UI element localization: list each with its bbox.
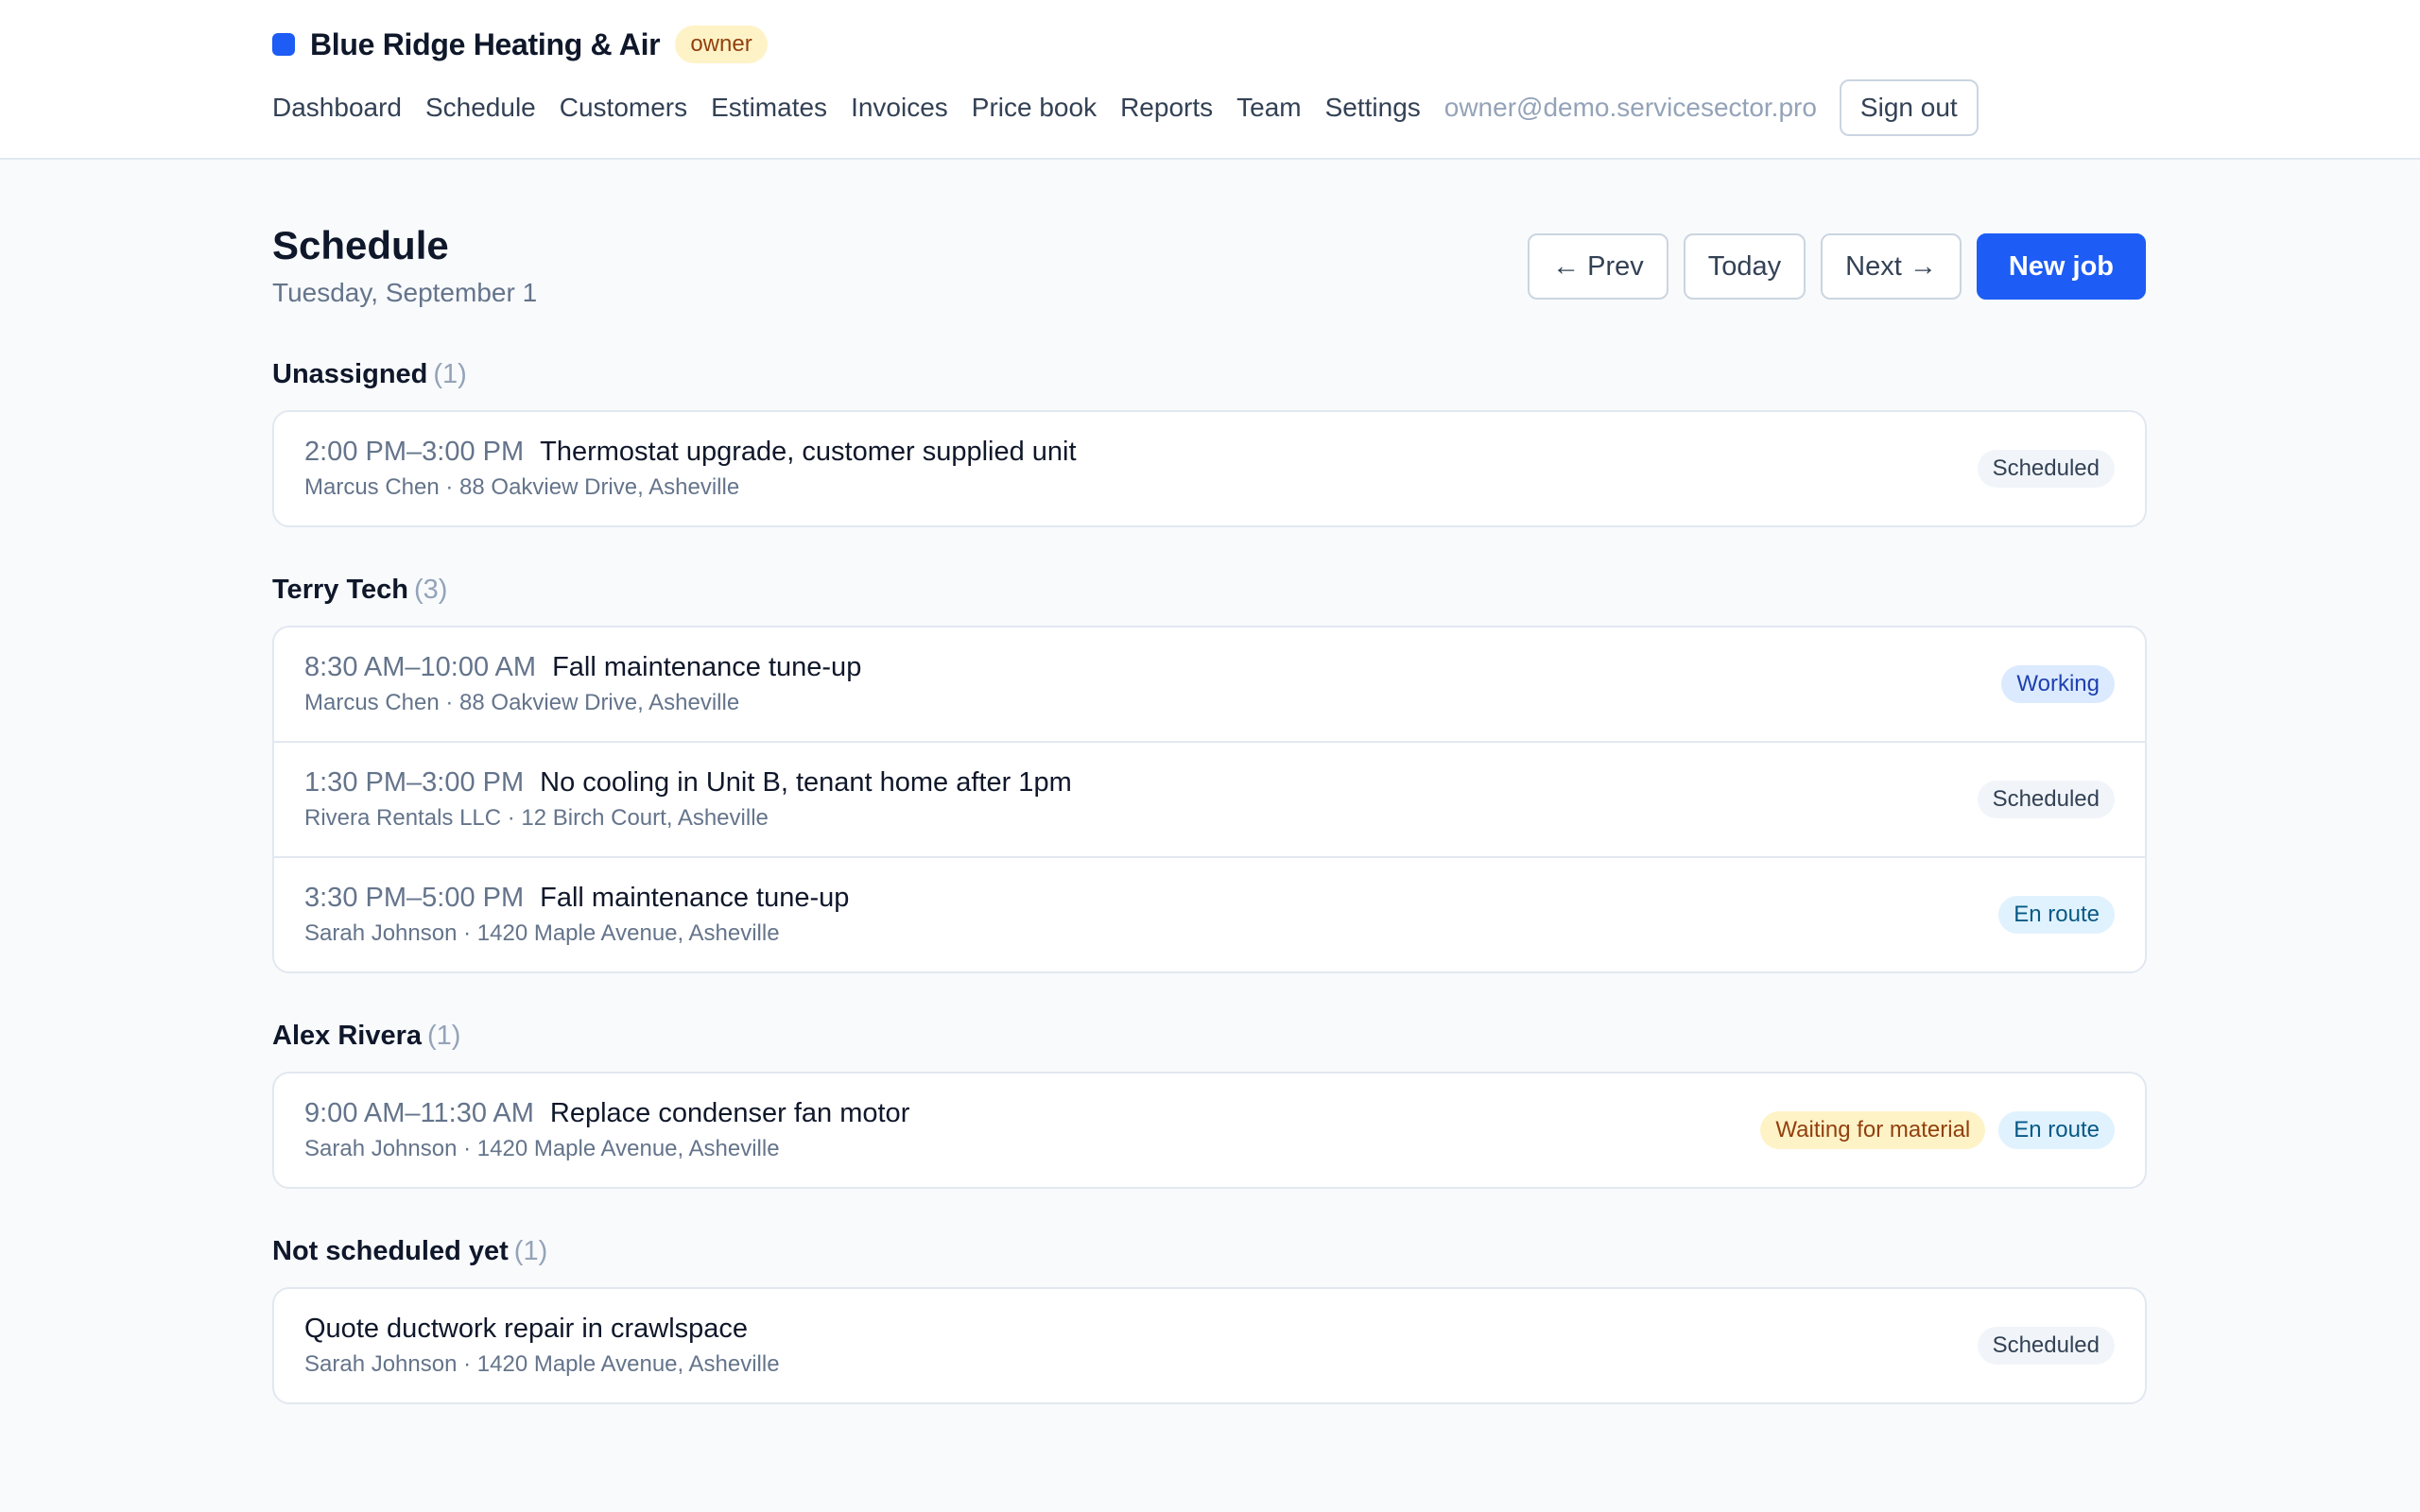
prev-day-button[interactable]: ← Prev: [1528, 233, 1668, 300]
job-title: Replace condenser fan motor: [549, 1098, 910, 1128]
job-title: Quote ductwork repair in crawlspace: [304, 1314, 749, 1344]
job-customer-address: Sarah Johnson · 1420 Maple Avenue, Ashev…: [304, 1351, 780, 1377]
status-badge: Scheduled: [1977, 1327, 2115, 1365]
job-list-not-scheduled: Quote ductwork repair in crawlspace Sara…: [272, 1287, 2147, 1404]
top-header: Blue Ridge Heating & Air owner Dashboard…: [0, 0, 2420, 160]
today-button[interactable]: Today: [1683, 233, 1806, 300]
job-row[interactable]: 3:30 PM–5:00 PM Fall maintenance tune-up…: [274, 856, 2145, 971]
job-customer-address: Sarah Johnson · 1420 Maple Avenue, Ashev…: [304, 920, 780, 946]
job-time: 1:30 PM–3:00 PM: [304, 767, 525, 798]
nav-schedule[interactable]: Schedule: [425, 93, 536, 123]
job-title: Fall maintenance tune-up: [540, 883, 850, 913]
job-title: Fall maintenance tune-up: [552, 652, 862, 682]
job-row[interactable]: 8:30 AM–10:00 AM Fall maintenance tune-u…: [274, 627, 2145, 741]
nav-estimates[interactable]: Estimates: [711, 93, 827, 123]
brand-name: Blue Ridge Heating & Air: [310, 26, 661, 61]
job-row[interactable]: Quote ductwork repair in crawlspace Sara…: [274, 1289, 2145, 1402]
status-badge: Scheduled: [1977, 781, 2115, 818]
status-badge: En route: [1998, 896, 2115, 934]
job-row[interactable]: 1:30 PM–3:00 PM No cooling in Unit B, te…: [274, 741, 2145, 856]
user-email: owner@demo.servicesector.pro: [1443, 93, 1817, 122]
job-time: 3:30 PM–5:00 PM: [304, 883, 525, 913]
new-job-button[interactable]: New job: [1976, 233, 2146, 300]
nav-team[interactable]: Team: [1236, 93, 1301, 123]
schedule-toolbar: ← Prev Today Next → New job: [1512, 233, 2146, 300]
job-time: 8:30 AM–10:00 AM: [304, 652, 537, 682]
main-nav: Dashboard Schedule Customers Estimates I…: [272, 79, 1979, 136]
nav-price-book[interactable]: Price book: [972, 93, 1097, 123]
section-count: (1): [427, 1021, 461, 1051]
status-badge: Working: [2001, 665, 2115, 703]
section-title-terry-tech: Terry Tech (3): [272, 575, 447, 606]
job-customer-address: Marcus Chen · 88 Oakview Drive, Ashevill…: [304, 474, 740, 500]
job-time: 2:00 PM–3:00 PM: [304, 437, 525, 467]
section-title-unassigned: Unassigned (1): [272, 359, 467, 390]
job-time: 9:00 AM–11:30 AM: [304, 1098, 534, 1128]
section-name: Alex Rivera: [272, 1021, 422, 1051]
job-customer-address: Sarah Johnson · 1420 Maple Avenue, Ashev…: [304, 1136, 780, 1161]
page-title: Schedule: [272, 223, 449, 267]
section-title-not-scheduled: Not scheduled yet (1): [272, 1236, 547, 1267]
status-badge: Scheduled: [1977, 450, 2115, 488]
section-name: Terry Tech: [272, 575, 408, 605]
role-badge: owner: [675, 26, 768, 63]
section-count: (3): [413, 575, 448, 605]
sign-out-button[interactable]: Sign out: [1839, 79, 1979, 136]
nav-reports[interactable]: Reports: [1120, 93, 1213, 123]
job-list-terry-tech: 8:30 AM–10:00 AM Fall maintenance tune-u…: [272, 626, 2147, 973]
section-name: Unassigned: [272, 359, 428, 389]
section-count: (1): [513, 1236, 548, 1266]
nav-customers[interactable]: Customers: [560, 93, 687, 123]
job-list-alex-rivera: 9:00 AM–11:30 AM Replace condenser fan m…: [272, 1072, 2147, 1189]
job-title: Thermostat upgrade, customer supplied un…: [540, 437, 1077, 467]
job-row[interactable]: 2:00 PM–3:00 PM Thermostat upgrade, cust…: [274, 412, 2145, 525]
brand[interactable]: Blue Ridge Heating & Air owner: [272, 25, 768, 64]
nav-settings[interactable]: Settings: [1325, 93, 1421, 123]
job-row[interactable]: 9:00 AM–11:30 AM Replace condenser fan m…: [274, 1074, 2145, 1187]
section-title-alex-rivera: Alex Rivera (1): [272, 1021, 460, 1052]
job-customer-address: Rivera Rentals LLC · 12 Birch Court, Ash…: [304, 805, 769, 831]
brand-logo-icon: [272, 33, 295, 56]
page-date: Tuesday, September 1: [272, 278, 538, 307]
section-count: (1): [433, 359, 467, 389]
next-day-button[interactable]: Next →: [1821, 233, 1962, 300]
status-badge: Waiting for material: [1760, 1111, 1986, 1149]
section-name: Not scheduled yet: [272, 1236, 509, 1266]
job-list-unassigned: 2:00 PM–3:00 PM Thermostat upgrade, cust…: [272, 410, 2147, 527]
job-title: No cooling in Unit B, tenant home after …: [540, 767, 1072, 798]
status-badge: En route: [1998, 1111, 2115, 1149]
nav-dashboard[interactable]: Dashboard: [272, 93, 402, 123]
job-customer-address: Marcus Chen · 88 Oakview Drive, Ashevill…: [304, 690, 740, 715]
nav-invoices[interactable]: Invoices: [851, 93, 948, 123]
